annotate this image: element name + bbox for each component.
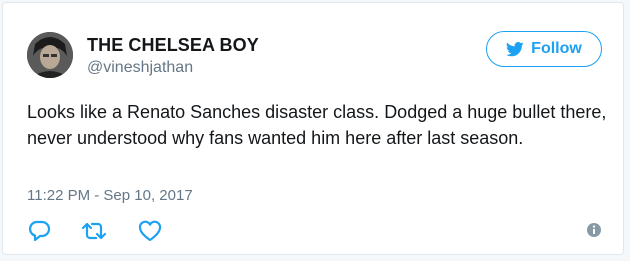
retweet-icon[interactable]	[81, 219, 107, 243]
follow-button[interactable]: Follow	[486, 31, 602, 67]
display-name[interactable]: THE CHELSEA BOY	[87, 35, 259, 56]
tweet-card: THE CHELSEA BOY @vineshjathan Follow Loo…	[2, 2, 624, 255]
info-icon[interactable]	[586, 222, 602, 238]
follow-label: Follow	[531, 40, 582, 57]
twitter-bird-icon	[506, 41, 524, 56]
heart-icon[interactable]	[137, 219, 163, 243]
username[interactable]: @vineshjathan	[87, 59, 193, 77]
reply-icon[interactable]	[27, 219, 51, 243]
avatar[interactable]	[27, 32, 73, 78]
tweet-text: Looks like a Renato Sanches disaster cla…	[27, 102, 607, 148]
timestamp[interactable]: 11:22 PM - Sep 10, 2017	[27, 187, 193, 204]
